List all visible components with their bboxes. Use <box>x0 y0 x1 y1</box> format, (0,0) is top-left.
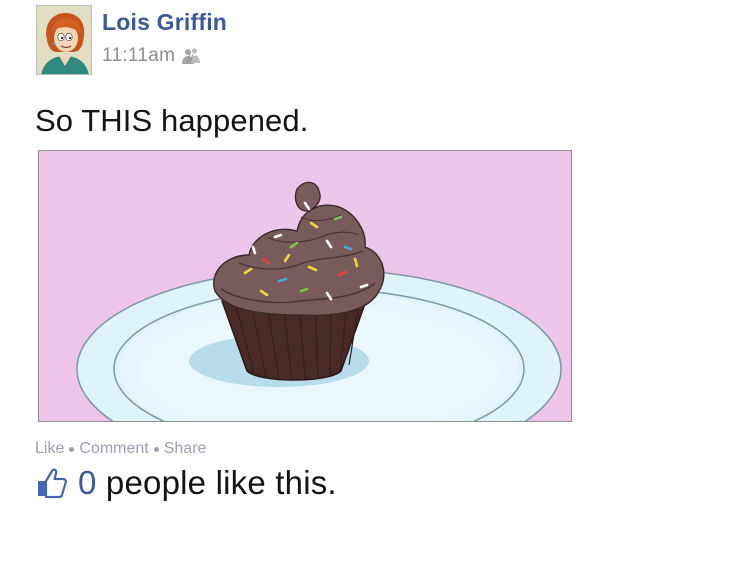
cupcake-image <box>39 151 571 421</box>
share-link[interactable]: Share <box>164 440 207 458</box>
comment-link[interactable]: Comment <box>79 440 148 458</box>
like-summary-rest: people like this. <box>96 464 337 501</box>
friends-icon[interactable] <box>181 46 201 66</box>
post-meta: 11:11am <box>102 44 201 68</box>
separator-dot <box>69 446 75 452</box>
facebook-post: Lois Griffin 11:11am So THIS happened. L… <box>0 0 736 563</box>
lois-griffin-avatar-image <box>37 6 91 74</box>
like-link[interactable]: Like <box>35 440 64 458</box>
like-count[interactable]: 0 <box>78 464 97 501</box>
author-name-link[interactable]: Lois Griffin <box>102 9 227 36</box>
post-timestamp[interactable]: 11:11am <box>102 45 175 67</box>
like-summary-text: 0 people like this. <box>78 464 337 502</box>
post-message: So THIS happened. <box>35 103 309 138</box>
post-actions: Like Comment Share <box>35 440 206 458</box>
post-photo[interactable] <box>38 150 572 422</box>
separator-dot <box>153 446 159 452</box>
thumbs-up-icon <box>35 466 69 500</box>
likes-summary: 0 people like this. <box>35 462 337 504</box>
author-avatar[interactable] <box>36 5 92 75</box>
